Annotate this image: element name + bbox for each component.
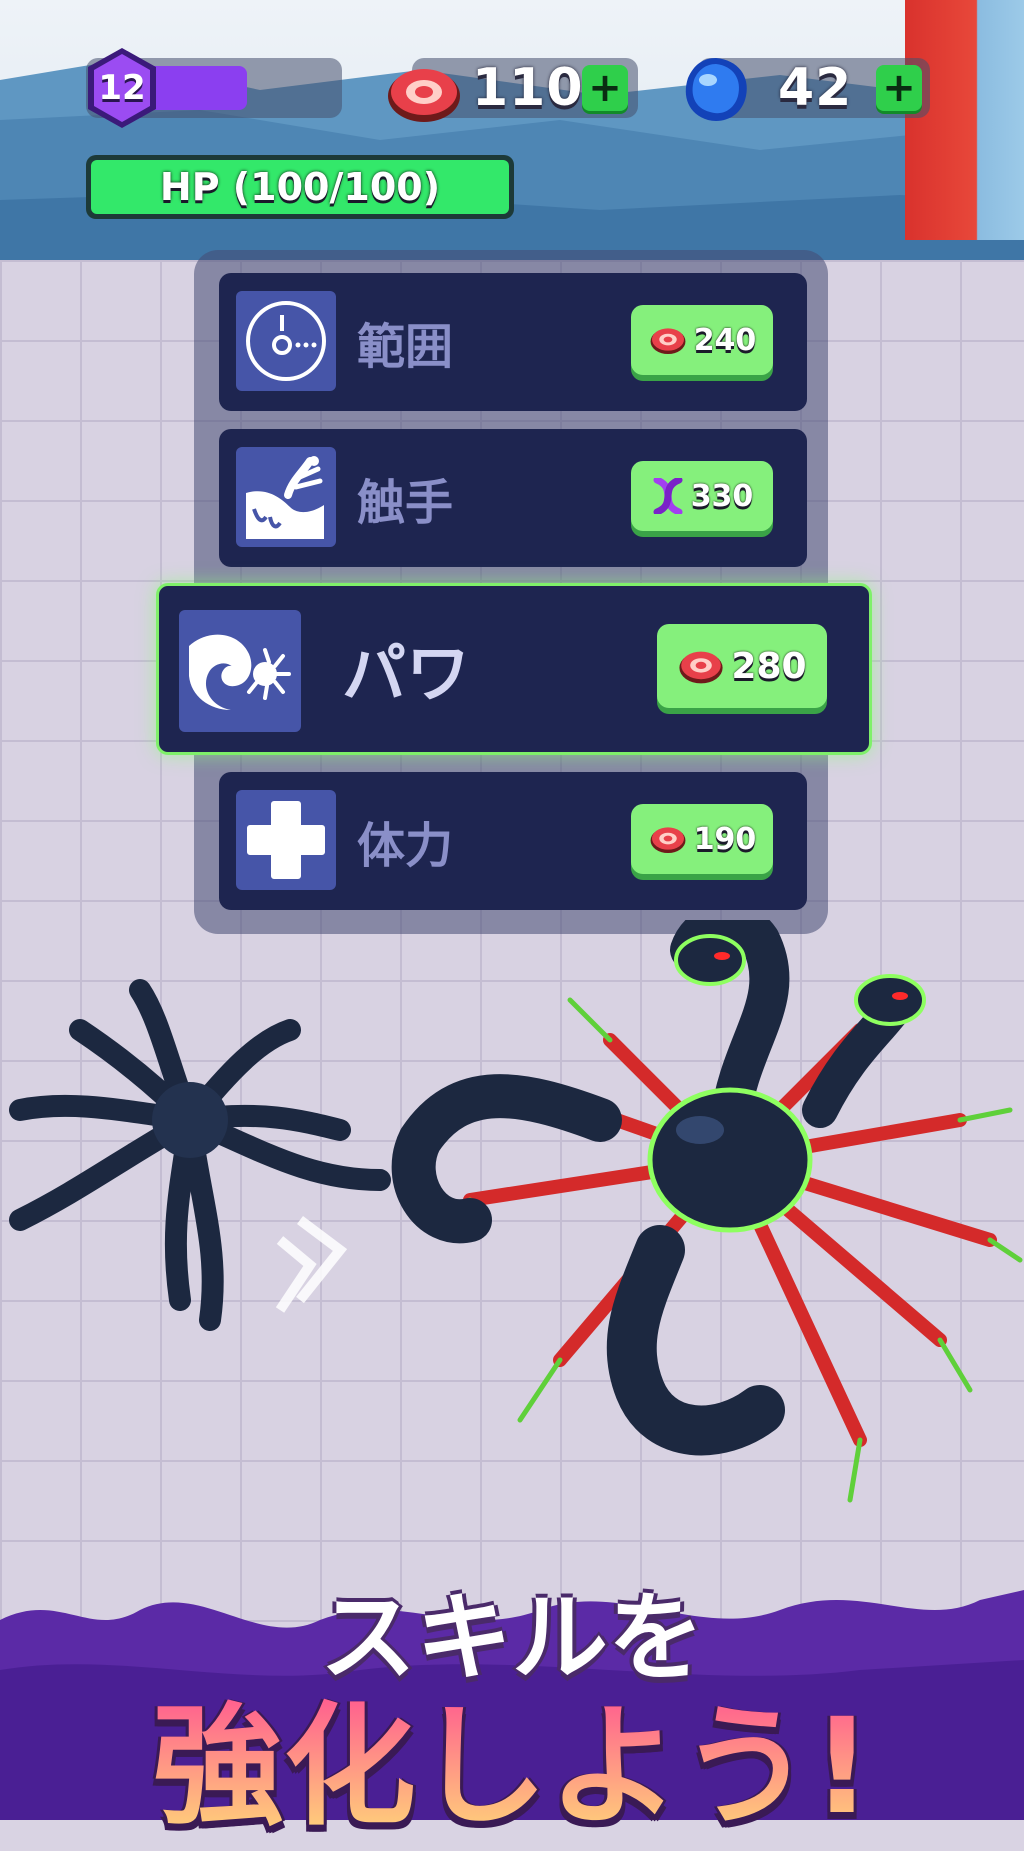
hp-bar: HP (100/100) xyxy=(86,155,514,219)
tentacle-icon xyxy=(236,447,336,547)
dna-icon xyxy=(653,478,683,514)
hp-fill: HP (100/100) xyxy=(91,160,509,214)
meat-icon xyxy=(679,651,724,684)
upgrade-label: パワ xyxy=(342,638,470,712)
health-cross-icon xyxy=(236,790,336,890)
upgrade-row-tentacle[interactable]: 触手 330 xyxy=(219,429,807,567)
upgrade-cost: 280 xyxy=(731,645,807,687)
creatures-scene xyxy=(9,920,1023,1503)
gem-value: 42 xyxy=(778,58,853,118)
upgrade-buy-button[interactable]: 240 xyxy=(631,305,773,375)
upgrade-label: 触手 xyxy=(357,475,454,531)
meat-icon xyxy=(388,69,460,122)
upgrade-row-power[interactable]: パワ 280 xyxy=(156,583,872,755)
add-meat-button[interactable]: + xyxy=(582,65,628,111)
banner-title-line2: 強化しよう! xyxy=(0,1660,1024,1851)
upgrade-row-health[interactable]: 体力 190 xyxy=(219,772,807,910)
hp-label: HP (100/100) xyxy=(159,165,441,209)
player-scorpion xyxy=(391,920,1023,1503)
upgrade-cost: 190 xyxy=(693,821,757,857)
upgrade-buy-button[interactable]: 330 xyxy=(631,461,773,531)
upgrade-row-range[interactable]: 範囲 240 xyxy=(219,273,807,411)
meat-value: 110 xyxy=(472,58,584,118)
upgrade-buy-button[interactable]: 280 xyxy=(657,624,827,708)
upgrade-cost: 240 xyxy=(693,322,757,358)
meat-icon xyxy=(650,827,686,854)
meat-icon xyxy=(650,328,686,355)
add-gems-button[interactable]: + xyxy=(876,65,922,111)
upgrade-label: 範囲 xyxy=(357,319,454,375)
red-pillar xyxy=(905,0,1024,240)
blue-gem-icon xyxy=(685,58,747,121)
level-number: 12 xyxy=(98,68,146,108)
range-icon xyxy=(236,291,336,391)
power-icon xyxy=(179,610,301,732)
upgrade-buy-button[interactable]: 190 xyxy=(631,804,773,874)
upgrade-label: 体力 xyxy=(357,818,454,874)
direction-chevron xyxy=(275,1216,348,1313)
upgrade-cost: 330 xyxy=(690,478,754,514)
